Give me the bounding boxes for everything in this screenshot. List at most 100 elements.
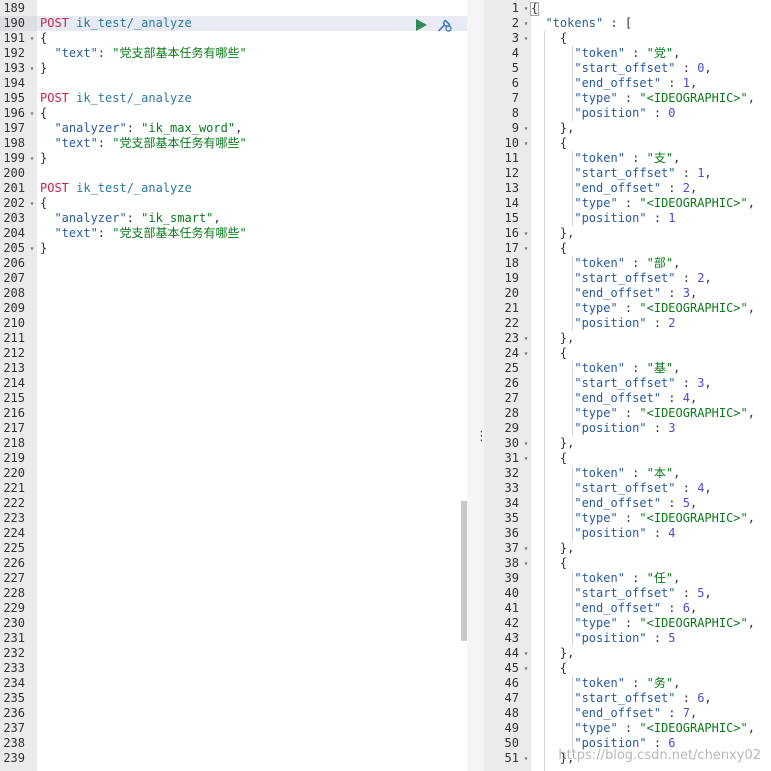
- request-line[interactable]: 223: [0, 511, 467, 526]
- response-viewer[interactable]: 1 ▾{2 ▾ "tokens" : [3 ▾ {4 "token" : "党", 5 …: [484, 0, 771, 771]
- response-line[interactable]: 27 "end_offset" : 4,: [484, 391, 771, 406]
- response-line[interactable]: 11 "token" : "支",: [484, 151, 771, 166]
- response-line[interactable]: 1 ▾{: [484, 1, 771, 16]
- response-line[interactable]: 22 "position" : 2: [484, 316, 771, 331]
- request-line[interactable]: 198 "text": "党支部基本任务有哪些": [0, 136, 467, 151]
- request-line[interactable]: 210: [0, 316, 467, 331]
- response-line[interactable]: 31 ▾ {: [484, 451, 771, 466]
- fold-arrow-icon[interactable]: ▾: [521, 661, 531, 676]
- response-line[interactable]: 8 "position" : 0: [484, 106, 771, 121]
- request-line[interactable]: 218: [0, 436, 467, 451]
- request-editor-lines[interactable]: 189 190 POST ik_test/_analyze 191 ▾{192 "tex…: [0, 1, 467, 766]
- response-line[interactable]: 6 "end_offset" : 1,: [484, 76, 771, 91]
- response-line[interactable]: 5 "start_offset" : 0,: [484, 61, 771, 76]
- response-line[interactable]: 13 "end_offset" : 2,: [484, 181, 771, 196]
- request-line[interactable]: 202 ▾{: [0, 196, 467, 211]
- fold-arrow-icon[interactable]: ▾: [521, 331, 531, 346]
- response-line[interactable]: 45 ▾ {: [484, 661, 771, 676]
- request-line[interactable]: 194: [0, 76, 467, 91]
- request-line[interactable]: 213: [0, 361, 467, 376]
- response-line[interactable]: 2 ▾ "tokens" : [: [484, 16, 771, 31]
- response-line[interactable]: 25 "token" : "基",: [484, 361, 771, 376]
- response-line[interactable]: 48 "end_offset" : 7,: [484, 706, 771, 721]
- response-line[interactable]: 30 ▾ },: [484, 436, 771, 451]
- response-line[interactable]: 37 ▾ },: [484, 541, 771, 556]
- request-line[interactable]: 214: [0, 376, 467, 391]
- fold-arrow-icon[interactable]: ▾: [521, 751, 531, 766]
- response-line[interactable]: 33 "start_offset" : 4,: [484, 481, 771, 496]
- response-line[interactable]: 49 "type" : "<IDEOGRAPHIC>",: [484, 721, 771, 736]
- fold-arrow-icon[interactable]: ▾: [27, 151, 37, 166]
- request-line[interactable]: 216: [0, 406, 467, 421]
- request-line[interactable]: 193 ▾}: [0, 61, 467, 76]
- request-settings-button[interactable]: [437, 17, 453, 33]
- request-line[interactable]: 212: [0, 346, 467, 361]
- fold-arrow-icon[interactable]: ▾: [27, 196, 37, 211]
- fold-arrow-icon[interactable]: ▾: [27, 61, 37, 76]
- fold-arrow-icon[interactable]: ▾: [27, 241, 37, 256]
- fold-arrow-icon[interactable]: ▾: [27, 106, 37, 121]
- request-line[interactable]: 236: [0, 706, 467, 721]
- response-line[interactable]: 29 "position" : 3: [484, 421, 771, 436]
- response-line[interactable]: 35 "type" : "<IDEOGRAPHIC>",: [484, 511, 771, 526]
- response-line[interactable]: 19 "start_offset" : 2,: [484, 271, 771, 286]
- request-line[interactable]: 220: [0, 466, 467, 481]
- request-line[interactable]: 209: [0, 301, 467, 316]
- response-line[interactable]: 44 ▾ },: [484, 646, 771, 661]
- response-line[interactable]: 36 "position" : 4: [484, 526, 771, 541]
- request-line[interactable]: 237: [0, 721, 467, 736]
- response-line[interactable]: 34 "end_offset" : 5,: [484, 496, 771, 511]
- request-line[interactable]: 197 "analyzer": "ik_max_word",: [0, 121, 467, 136]
- request-line[interactable]: 204 "text": "党支部基本任务有哪些": [0, 226, 467, 241]
- pane-resize-handle[interactable]: [467, 0, 484, 771]
- response-line[interactable]: 9 ▾ },: [484, 121, 771, 136]
- request-line[interactable]: 199 ▾}: [0, 151, 467, 166]
- request-line[interactable]: 215: [0, 391, 467, 406]
- request-line[interactable]: 190 POST ik_test/_analyze: [0, 16, 467, 31]
- response-line[interactable]: 21 "type" : "<IDEOGRAPHIC>",: [484, 301, 771, 316]
- response-line[interactable]: 41 "end_offset" : 6,: [484, 601, 771, 616]
- response-line[interactable]: 32 "token" : "本",: [484, 466, 771, 481]
- response-line[interactable]: 26 "start_offset" : 3,: [484, 376, 771, 391]
- response-line[interactable]: 38 ▾ {: [484, 556, 771, 571]
- request-line[interactable]: 235: [0, 691, 467, 706]
- fold-arrow-icon[interactable]: ▾: [521, 556, 531, 571]
- request-line[interactable]: 192 "text": "党支部基本任务有哪些": [0, 46, 467, 61]
- fold-arrow-icon[interactable]: ▾: [521, 346, 531, 361]
- request-line[interactable]: 234: [0, 676, 467, 691]
- fold-arrow-icon[interactable]: ▾: [521, 436, 531, 451]
- request-line[interactable]: 231: [0, 631, 467, 646]
- response-line[interactable]: 3 ▾ {: [484, 31, 771, 46]
- response-line[interactable]: 16 ▾ },: [484, 226, 771, 241]
- response-line[interactable]: 46 "token" : "务",: [484, 676, 771, 691]
- response-line[interactable]: 12 "start_offset" : 1,: [484, 166, 771, 181]
- fold-arrow-icon[interactable]: ▾: [521, 121, 531, 136]
- response-line[interactable]: 23 ▾ },: [484, 331, 771, 346]
- response-line[interactable]: 47 "start_offset" : 6,: [484, 691, 771, 706]
- request-line[interactable]: 238: [0, 736, 467, 751]
- request-line[interactable]: 229: [0, 601, 467, 616]
- request-line[interactable]: 196 ▾{: [0, 106, 467, 121]
- fold-arrow-icon[interactable]: ▾: [27, 31, 37, 46]
- request-line[interactable]: 208: [0, 286, 467, 301]
- request-line[interactable]: 206: [0, 256, 467, 271]
- fold-arrow-icon[interactable]: ▾: [521, 646, 531, 661]
- response-line[interactable]: 42 "type" : "<IDEOGRAPHIC>",: [484, 616, 771, 631]
- fold-arrow-icon[interactable]: ▾: [521, 136, 531, 151]
- send-request-button[interactable]: [414, 18, 428, 32]
- request-line[interactable]: 233: [0, 661, 467, 676]
- response-line[interactable]: 24 ▾ {: [484, 346, 771, 361]
- request-line[interactable]: 225: [0, 541, 467, 556]
- response-line[interactable]: 4 "token" : "党",: [484, 46, 771, 61]
- request-line[interactable]: 200: [0, 166, 467, 181]
- response-line[interactable]: 20 "end_offset" : 3,: [484, 286, 771, 301]
- response-line[interactable]: 10 ▾ {: [484, 136, 771, 151]
- request-line[interactable]: 219: [0, 451, 467, 466]
- response-line[interactable]: 28 "type" : "<IDEOGRAPHIC>",: [484, 406, 771, 421]
- request-line[interactable]: 226: [0, 556, 467, 571]
- request-line[interactable]: 224: [0, 526, 467, 541]
- response-line[interactable]: 18 "token" : "部",: [484, 256, 771, 271]
- response-line[interactable]: 39 "token" : "任",: [484, 571, 771, 586]
- fold-arrow-icon[interactable]: ▾: [521, 541, 531, 556]
- fold-arrow-icon[interactable]: ▾: [521, 226, 531, 241]
